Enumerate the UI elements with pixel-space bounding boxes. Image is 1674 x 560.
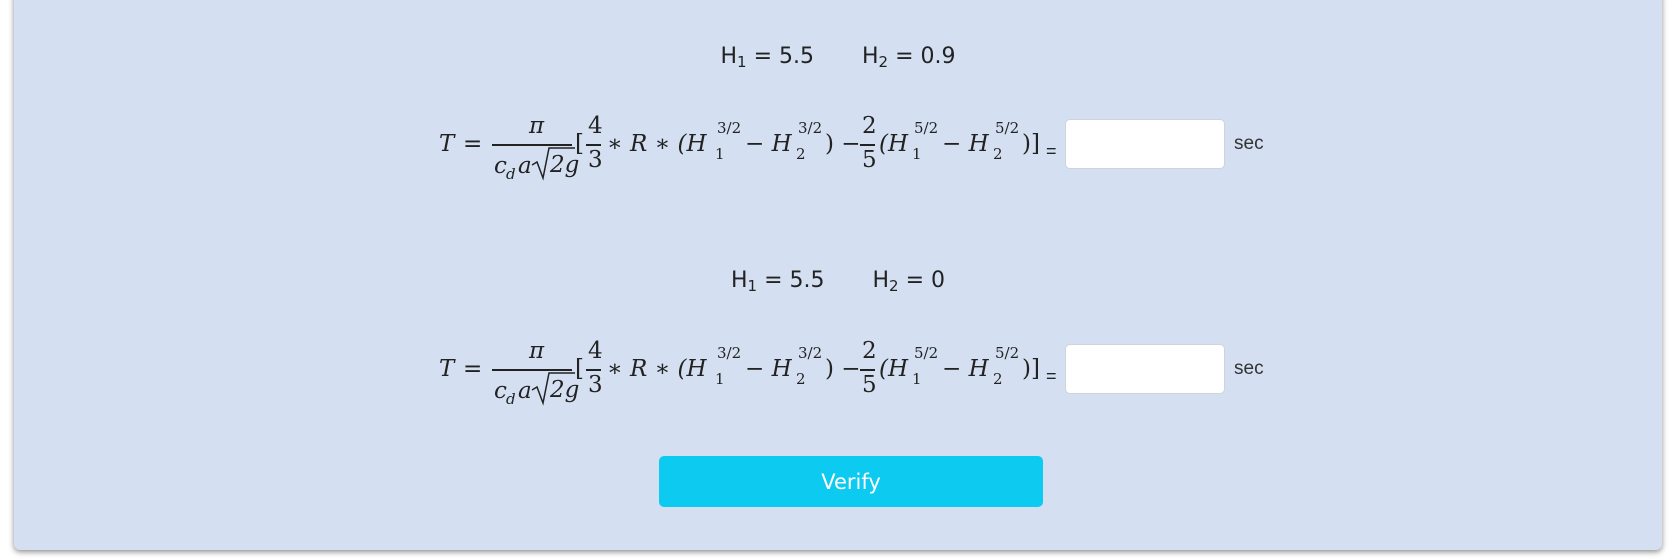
formula-sub-2: 2 [796, 145, 806, 163]
formula-open-h: (H [879, 131, 909, 157]
heights-line-2: H1 = 5.5 H2 = 0 [14, 268, 1662, 295]
formula-cd: c [494, 153, 507, 179]
formula-minus-h-2: − H [942, 356, 989, 382]
h2-value: = 0 [905, 268, 946, 293]
formula-close: )] [1022, 131, 1040, 157]
equals-sign: = [1046, 141, 1057, 161]
formula-a: a [518, 378, 532, 404]
formula-exp-3: 5/2 [914, 119, 939, 137]
formula-row-2: T = π c d a 2g [ 4 3 ∗ R ∗ (H 3/2 1 − H … [14, 338, 1662, 414]
formula-exp-2: 3/2 [798, 344, 823, 362]
formula-two: 2 [862, 338, 877, 364]
formula-sub-1: 1 [715, 370, 725, 388]
formula-three: 3 [588, 372, 603, 398]
formula-open-bracket: [ [575, 356, 584, 382]
h2-label: H [872, 268, 890, 293]
formula-cd: c [494, 378, 507, 404]
formula-minus-h-2: − H [942, 131, 989, 157]
h1-label: H [720, 44, 738, 69]
fraction-bar [860, 144, 875, 146]
unit-label: sec [1234, 358, 1264, 379]
formula-close: )] [1022, 356, 1040, 382]
h2-subscript: 2 [889, 277, 899, 295]
formula-close-minus: ) − [825, 131, 861, 157]
h1-subscript: 1 [737, 53, 747, 71]
fraction-bar [586, 144, 601, 146]
formula-minus-h: − H [745, 131, 792, 157]
formula-times-r: ∗ R ∗ (H [607, 131, 707, 157]
formula-three: 3 [588, 147, 603, 173]
fraction-bar [586, 369, 601, 371]
fraction-bar [860, 369, 875, 371]
question-panel: H1 = 5.5 H2 = 0.9 T = π c d a 2g [ 4 3 ∗… [14, 0, 1662, 550]
equals-sign: = [1046, 366, 1057, 386]
formula-lhs: T [439, 131, 455, 157]
verify-button[interactable]: Verify [659, 456, 1043, 507]
formula-eq: = [463, 131, 483, 157]
formula-five: 5 [862, 372, 877, 398]
formula-row-1: T = π c d a 2g [ 4 3 ∗ R ∗ (H 3/2 1 − H … [14, 113, 1662, 189]
formula-sub-3: 1 [912, 370, 922, 388]
h2-label: H [862, 44, 879, 69]
formula-exp-1: 3/2 [717, 119, 742, 137]
formula-exp-3: 5/2 [914, 344, 939, 362]
formula-exp-4: 5/2 [995, 119, 1020, 137]
formula-minus-h: − H [745, 356, 792, 382]
formula-open-h: (H [879, 356, 909, 382]
formula-pi: π [529, 113, 545, 139]
formula-sub-4: 2 [993, 370, 1003, 388]
answer-input-1[interactable] [1065, 119, 1225, 169]
h1-value: = 5.5 [753, 44, 814, 69]
formula-a: a [518, 153, 532, 179]
formula-close-minus: ) − [825, 356, 861, 382]
formula-sub-1: 1 [715, 145, 725, 163]
h2-value: = 0.9 [895, 44, 956, 69]
formula-pi: π [529, 338, 545, 364]
formula-four: 4 [588, 113, 603, 139]
formula-exp-1: 3/2 [717, 344, 742, 362]
formula-sub-4: 2 [993, 145, 1003, 163]
h2-subscript: 2 [878, 53, 889, 71]
formula-times-r: ∗ R ∗ (H [607, 356, 707, 382]
unit-label: sec [1234, 133, 1264, 154]
formula-four: 4 [588, 338, 603, 364]
h1-value: = 5.5 [764, 268, 825, 293]
formula-lhs: T [439, 356, 455, 382]
formula-cd-sub: d [506, 165, 516, 183]
formula-exp-4: 5/2 [995, 344, 1020, 362]
heights-line-1: H1 = 5.5 H2 = 0.9 [14, 44, 1662, 71]
formula-two: 2 [862, 113, 877, 139]
formula-sub-2: 2 [796, 370, 806, 388]
time-formula: T = π c d a 2g [ 4 3 ∗ R ∗ (H 3/2 1 − H … [439, 113, 1059, 189]
formula-five: 5 [862, 147, 877, 173]
formula-cd-sub: d [506, 390, 516, 408]
answer-input-2[interactable] [1065, 344, 1225, 394]
formula-exp-2: 3/2 [798, 119, 823, 137]
h1-subscript: 1 [747, 277, 758, 295]
formula-eq: = [463, 356, 483, 382]
formula-sub-3: 1 [912, 145, 922, 163]
time-formula: T = π c d a 2g [ 4 3 ∗ R ∗ (H 3/2 1 − H … [439, 338, 1059, 414]
h1-label: H [730, 268, 748, 293]
formula-open-bracket: [ [575, 131, 584, 157]
